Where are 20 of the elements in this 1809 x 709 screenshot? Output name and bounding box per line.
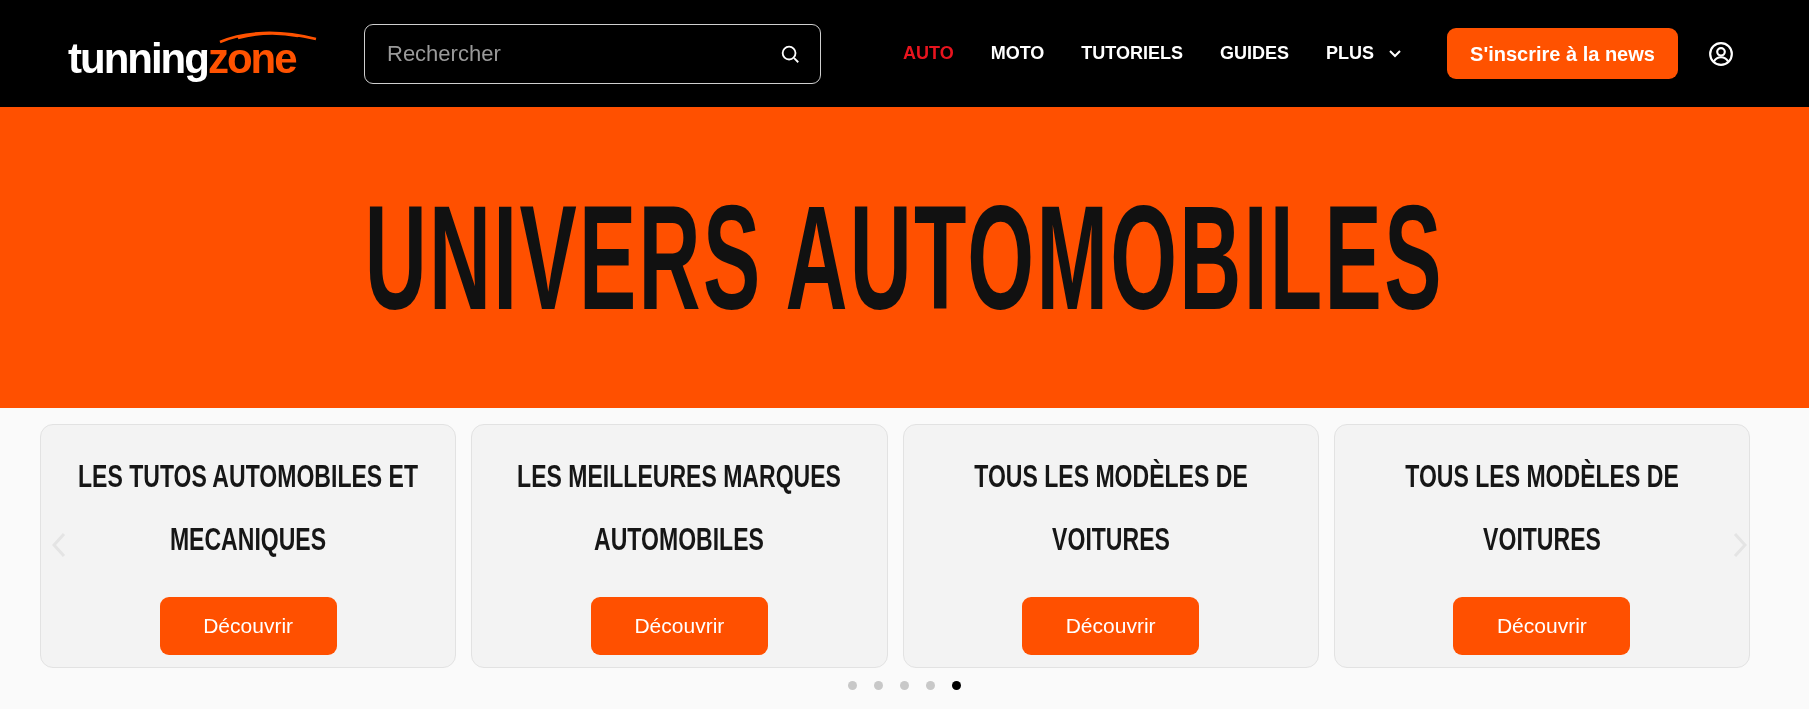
- car-swoosh-icon: [218, 29, 318, 44]
- card-title: LES TUTOS AUTOMOBILES ET MECANIQUES: [77, 457, 420, 559]
- card-title: TOUS LES MODÈLES DE VOITURES: [972, 457, 1249, 559]
- discover-button[interactable]: Découvrir: [1022, 597, 1200, 655]
- newsletter-button[interactable]: S'inscrire à la news: [1447, 28, 1678, 79]
- user-icon[interactable]: [1707, 40, 1734, 67]
- discover-button[interactable]: Découvrir: [590, 597, 768, 655]
- search-field[interactable]: Rechercher: [364, 23, 821, 84]
- card-title: TOUS LES MODÈLES DE VOITURES: [1404, 457, 1680, 559]
- hero-title: UNIVERS AUTOMOBILES: [365, 183, 1444, 332]
- nav-link[interactable]: TUTORIELS: [1081, 40, 1183, 67]
- discover-button[interactable]: Découvrir: [159, 597, 337, 655]
- nav-link[interactable]: AUTO: [903, 40, 954, 67]
- logo[interactable]: tunningzone: [68, 23, 326, 84]
- nav-link[interactable]: PLUS: [1326, 40, 1403, 67]
- logo-text: tunningzone: [68, 37, 296, 84]
- discover-button[interactable]: Découvrir: [1453, 597, 1631, 655]
- card-title: LES MEILLEURES MARQUES AUTOMOBILES: [516, 457, 843, 559]
- nav-link[interactable]: GUIDES: [1220, 40, 1290, 67]
- nav-link[interactable]: MOTO: [990, 40, 1045, 67]
